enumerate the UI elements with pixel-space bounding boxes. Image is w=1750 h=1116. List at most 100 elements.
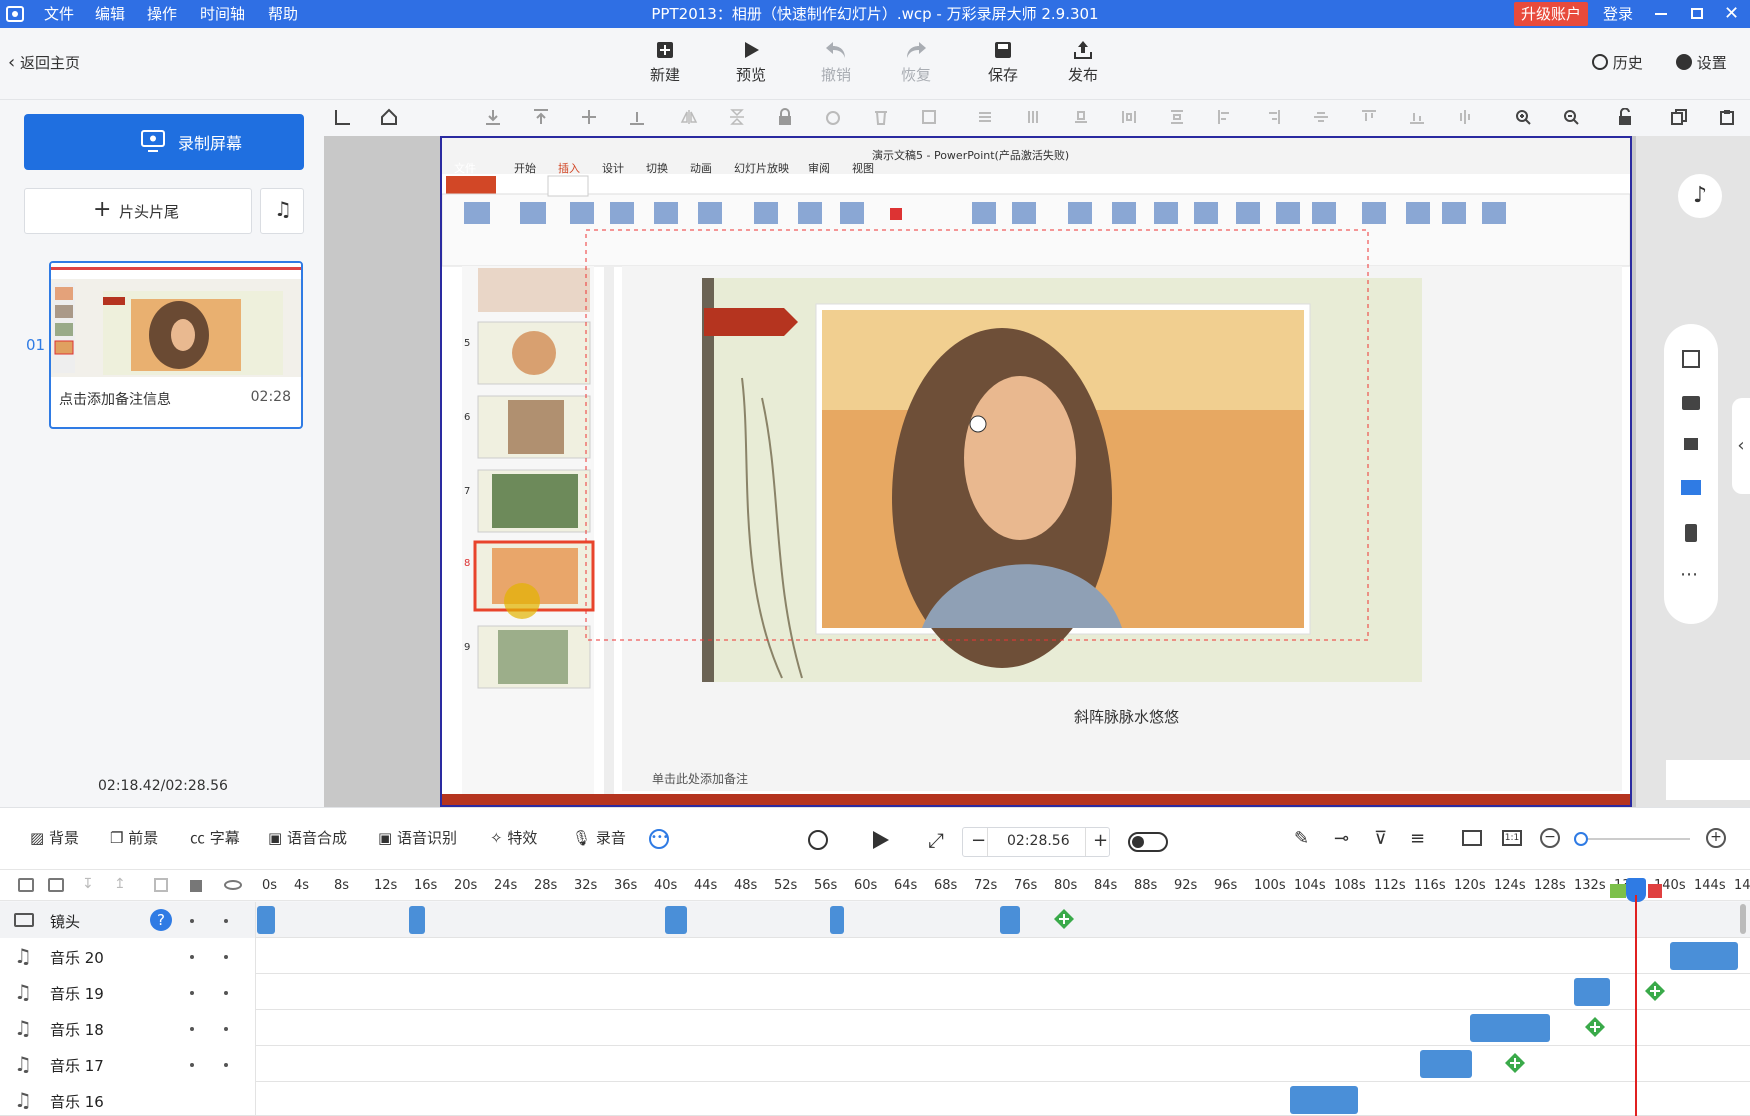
distribute-v-icon[interactable] <box>1168 108 1186 126</box>
record-audio-tool[interactable]: 🎙 录音 <box>572 827 626 848</box>
ppt-tab-file[interactable]: 文件 <box>454 160 476 176</box>
fullscreen-icon[interactable]: ⤢ <box>928 828 944 852</box>
align-bottom-edge-icon[interactable] <box>1408 108 1426 126</box>
ppt-tab-transition[interactable]: 切换 <box>646 160 668 176</box>
recording-stage[interactable]: 演示文稿5 - PowerPoint(产品激活失败) 文件 开始 插入 设计 切… <box>440 136 1632 807</box>
desktop-icon[interactable] <box>1681 480 1701 495</box>
record-screen-button[interactable]: 录制屏幕 <box>24 114 304 170</box>
play-icon[interactable] <box>870 830 890 850</box>
move-up-icon[interactable]: ↥ <box>114 876 126 892</box>
upgrade-button[interactable]: 升级账户 <box>1514 2 1588 26</box>
zoom-slider-handle[interactable] <box>1574 832 1588 846</box>
more-tools-icon[interactable]: ••• <box>649 829 669 849</box>
publish-button[interactable]: 发布 <box>1053 40 1113 85</box>
vertical-scrollbar[interactable] <box>1740 904 1746 934</box>
decrement-button[interactable]: − <box>971 830 986 851</box>
undo-button[interactable]: 撤销 <box>806 40 866 85</box>
replay-icon[interactable] <box>808 830 828 850</box>
align-vcenter-icon[interactable] <box>1456 108 1474 126</box>
rotate-device-icon[interactable] <box>1682 396 1700 410</box>
tts-tool[interactable]: ▣ 语音合成 <box>268 827 347 848</box>
lock-icon[interactable] <box>776 108 794 126</box>
minimize-icon[interactable] <box>1655 13 1667 15</box>
align-left-edge-icon[interactable] <box>1216 108 1234 126</box>
flip-horizontal-icon[interactable] <box>680 108 698 126</box>
camera-keyframe[interactable] <box>257 906 275 934</box>
crop-icon[interactable] <box>920 108 938 126</box>
add-keyframe-icon[interactable] <box>1644 980 1666 1002</box>
align-left-icon[interactable] <box>976 108 994 126</box>
camera-keyframe[interactable] <box>665 906 687 934</box>
align-bottom-icon[interactable] <box>484 108 502 126</box>
adjust-icon[interactable]: ≡ <box>1410 828 1425 849</box>
zoom-out-timeline-icon[interactable]: − <box>1540 828 1560 848</box>
zoom-out-icon[interactable] <box>1562 108 1580 126</box>
ppt-tab-slideshow[interactable]: 幻灯片放映 <box>734 160 789 176</box>
delete-icon[interactable] <box>872 108 890 126</box>
ppt-tab-animation[interactable]: 动画 <box>690 160 712 176</box>
scene-thumbnail-card[interactable]: 点击添加备注信息 02:28 <box>49 261 303 429</box>
paste-icon[interactable] <box>1718 108 1736 126</box>
increment-button[interactable]: + <box>1093 830 1108 851</box>
minimap-icon[interactable] <box>1666 760 1750 800</box>
audio-clip[interactable] <box>1290 1086 1358 1114</box>
back-button[interactable]: ‹ 返回主页 <box>8 52 80 73</box>
ruler-icon[interactable] <box>334 108 352 126</box>
background-tool[interactable]: ▨ 背景 <box>30 827 79 848</box>
align-top-edge-icon[interactable] <box>1360 108 1378 126</box>
copy-icon[interactable] <box>1670 108 1688 126</box>
distribute-icon[interactable] <box>628 108 646 126</box>
audio-clip[interactable] <box>1470 1014 1550 1042</box>
effects-tool[interactable]: ✧ 特效 <box>490 827 537 848</box>
edit-icon[interactable]: ✎ <box>1294 828 1309 849</box>
home-icon[interactable] <box>380 108 398 126</box>
foreground-tool[interactable]: ❐ 前景 <box>110 827 158 848</box>
subtitle-tool[interactable]: ㏄ 字幕 <box>190 827 240 848</box>
redo-button[interactable]: 恢复 <box>886 40 946 85</box>
add-keyframe-icon[interactable] <box>1584 1016 1606 1038</box>
align-middle-icon[interactable] <box>580 108 598 126</box>
unlock-icon[interactable] <box>1684 438 1698 450</box>
align-center-icon[interactable] <box>1024 108 1042 126</box>
align-top-icon[interactable] <box>532 108 550 126</box>
ppt-tab-home[interactable]: 开始 <box>514 160 536 176</box>
ppt-tab-review[interactable]: 审阅 <box>808 160 830 176</box>
visibility-eye-icon[interactable] <box>224 880 242 890</box>
align-hcenter-icon[interactable] <box>1312 108 1330 126</box>
close-icon[interactable]: ✕ <box>1724 4 1739 24</box>
speech-recognition-tool[interactable]: ▣ 语音识别 <box>378 827 457 848</box>
snap-toggle[interactable] <box>1128 832 1168 852</box>
rotate-icon[interactable] <box>824 108 842 126</box>
lock-track-icon[interactable] <box>190 880 202 892</box>
intro-outro-button[interactable]: + 片头片尾 <box>24 188 252 234</box>
audio-clip[interactable] <box>1670 942 1738 970</box>
actual-size-icon[interactable]: 1:1 <box>1502 830 1522 846</box>
login-button[interactable]: 登录 <box>1603 0 1633 28</box>
delete-track-icon[interactable] <box>154 878 168 892</box>
zoom-in-timeline-icon[interactable]: + <box>1706 828 1726 848</box>
more-icon[interactable]: ⋯ <box>1680 564 1698 585</box>
audio-clip[interactable] <box>1420 1050 1472 1078</box>
add-keyframe-icon[interactable] <box>1053 908 1075 930</box>
zoom-in-icon[interactable] <box>1514 108 1532 126</box>
fit-width-icon[interactable] <box>1462 830 1482 846</box>
mobile-icon[interactable] <box>1685 524 1697 542</box>
unlock-icon[interactable] <box>1616 108 1634 126</box>
collapse-panel-button[interactable]: ‹ <box>1732 398 1750 494</box>
scene-note[interactable]: 点击添加备注信息 <box>59 389 171 409</box>
background-music-button[interactable]: ♫ <box>260 188 304 234</box>
time-stepper[interactable]: − 02:28.56 + <box>962 827 1110 857</box>
ppt-tab-insert[interactable]: 插入 <box>558 160 580 176</box>
align-right-icon[interactable] <box>1072 108 1090 126</box>
settings-button[interactable]: 设置 <box>1676 52 1727 73</box>
current-time[interactable]: 02:28.56 <box>1007 833 1070 849</box>
camera-keyframe[interactable] <box>1000 906 1020 934</box>
new-button[interactable]: 新建 <box>635 40 695 85</box>
align-right-edge-icon[interactable] <box>1264 108 1282 126</box>
music-icon[interactable]: ♪ <box>1678 174 1722 218</box>
help-icon[interactable]: ? <box>150 909 172 931</box>
filter-icon[interactable]: ⊽ <box>1374 828 1387 849</box>
move-down-icon[interactable]: ↧ <box>82 876 94 892</box>
save-button[interactable]: 保存 <box>973 40 1033 85</box>
audio-clip[interactable] <box>1574 978 1610 1006</box>
